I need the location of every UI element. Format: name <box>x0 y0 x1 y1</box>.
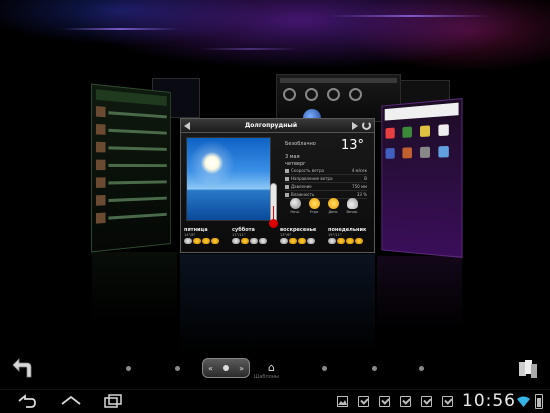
current-temperature: 13° <box>341 138 364 153</box>
sun-icon <box>309 198 320 209</box>
knob-icon <box>349 88 362 101</box>
list-item[interactable] <box>96 175 167 190</box>
apps-panel[interactable] <box>381 98 462 258</box>
forecast-day[interactable]: пятница 14°/8° <box>184 227 229 252</box>
left-reflection <box>92 252 177 322</box>
task-notification-icon[interactable] <box>379 396 390 407</box>
cloud-icon <box>347 198 358 209</box>
gallery-notification-icon[interactable] <box>337 396 348 407</box>
page-indicator-dot[interactable] <box>322 366 327 371</box>
date-day: 3 мая <box>285 154 325 161</box>
system-bar: 10:56 <box>0 389 550 413</box>
pressure-icon <box>285 185 289 189</box>
moon-icon <box>290 198 301 209</box>
sun-icon <box>201 152 223 174</box>
weather-illustration <box>186 137 271 221</box>
list-item[interactable] <box>96 207 167 226</box>
page-indicator-dot[interactable] <box>419 366 424 371</box>
current-page-icon <box>223 365 229 371</box>
task-notification-icon[interactable] <box>400 396 411 407</box>
timeslot-day: День <box>325 198 341 214</box>
task-notification-icon[interactable] <box>358 396 369 407</box>
condition-text: Безоблачно <box>285 141 316 147</box>
knob-icon <box>327 88 340 101</box>
app-icon[interactable] <box>439 146 449 158</box>
app-icon[interactable] <box>386 128 395 139</box>
list-item[interactable] <box>96 122 167 140</box>
date-weekday: четверг <box>285 161 325 168</box>
undo-arrow-icon[interactable] <box>11 357 37 381</box>
list-item[interactable] <box>96 191 167 208</box>
app-icon[interactable] <box>386 148 395 159</box>
app-icon[interactable] <box>439 124 449 136</box>
knob-icon <box>305 88 318 101</box>
compass-icon <box>285 177 289 181</box>
city-name: Долгопрудный <box>245 122 297 129</box>
knob-icon <box>283 88 296 101</box>
page-indicator-dot[interactable] <box>175 366 180 371</box>
task-notification-icon[interactable] <box>442 396 453 407</box>
news-feed-header <box>96 89 167 106</box>
multiscreen-icon[interactable] <box>517 358 539 380</box>
forecast-day[interactable]: понедельник 19°/11° <box>328 227 373 252</box>
timeslot-morning: Утро <box>306 198 322 214</box>
app-icon[interactable] <box>402 127 412 138</box>
wallpaper-streak <box>200 48 300 50</box>
home-screen: Долгопрудный Безоблачно 13° 3 мая четвер… <box>0 0 550 413</box>
detail-row: Скорость ветра 4 м/сек <box>285 168 367 175</box>
page-indicator-dot[interactable] <box>126 366 131 371</box>
detail-row: Давление 750 мм <box>285 184 367 191</box>
wind-icon <box>285 169 289 173</box>
current-date: 3 мая четверг <box>285 154 325 168</box>
task-notification-icon[interactable] <box>421 396 432 407</box>
list-item[interactable] <box>96 140 167 156</box>
refresh-icon[interactable] <box>362 121 371 130</box>
weather-header: Долгопрудный <box>181 119 374 133</box>
app-icon[interactable] <box>420 147 430 158</box>
forecast-day[interactable]: суббота 11°/11° <box>232 227 277 252</box>
apps-panel-header <box>385 103 459 121</box>
wifi-icon[interactable] <box>517 395 530 408</box>
prev-page-icon[interactable]: « <box>208 364 213 373</box>
prev-city-icon[interactable] <box>184 122 190 130</box>
clock[interactable]: 10:56 <box>462 391 516 411</box>
forecast-icons <box>328 238 373 244</box>
page-indicator-dot[interactable] <box>372 366 377 371</box>
forecast-icons <box>232 238 277 244</box>
wallpaper-streak <box>60 28 180 30</box>
weather-widget[interactable]: Долгопрудный Безоблачно 13° 3 мая четвер… <box>180 118 375 253</box>
humidity-icon <box>285 193 289 197</box>
detail-row: Направление ветра В <box>285 176 367 183</box>
wallpaper-streak <box>330 15 490 17</box>
page-switcher[interactable]: « » <box>202 358 250 378</box>
app-icon[interactable] <box>402 147 412 158</box>
thermometer-icon <box>270 183 277 225</box>
forecast-icons <box>184 238 229 244</box>
app-icon[interactable] <box>420 125 430 137</box>
list-item[interactable] <box>96 104 167 123</box>
right-reflection <box>377 256 462 331</box>
sun-icon <box>328 198 339 209</box>
next-page-icon[interactable]: » <box>239 364 244 373</box>
list-item[interactable] <box>96 158 167 173</box>
back-button-icon[interactable] <box>16 392 38 412</box>
forecast-icons <box>280 238 325 244</box>
battery-icon[interactable] <box>535 394 543 409</box>
home-button-icon[interactable] <box>60 392 82 412</box>
widget-reflection <box>180 254 375 354</box>
next-city-icon[interactable] <box>352 122 358 130</box>
home-label: Шаблоны <box>254 374 279 380</box>
home-icon[interactable]: ⌂ <box>268 361 275 374</box>
forecast-strip: пятница 14°/8° суббота 11°/11° воскресен… <box>184 227 373 252</box>
timeslot-night: Ночь <box>287 198 303 214</box>
timeslot-evening: Вечер <box>344 198 360 214</box>
recent-apps-icon[interactable] <box>102 392 124 412</box>
news-feed-panel[interactable] <box>91 84 171 253</box>
forecast-day[interactable]: воскресенье 13°/6° <box>280 227 325 252</box>
